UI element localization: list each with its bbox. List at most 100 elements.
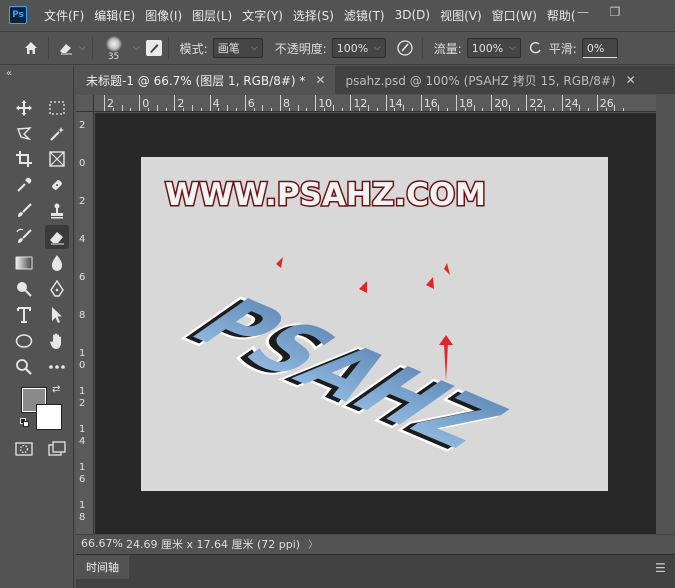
frame-tool[interactable] (45, 147, 69, 171)
red-arrow-icon (276, 257, 283, 268)
quick-mask-button[interactable] (12, 437, 36, 461)
history-brush-icon (16, 228, 32, 243)
chevron-down-icon[interactable]: ⌵ (79, 43, 86, 53)
ruler-tick (192, 105, 193, 111)
history-brush-tool[interactable] (12, 225, 36, 249)
brush-tip-icon (105, 36, 122, 52)
panel-menu-icon[interactable]: ☰ (655, 561, 667, 575)
vertical-ruler[interactable]: 2024681012141618 (76, 112, 94, 534)
ellipse-tool[interactable] (12, 329, 36, 353)
close-icon[interactable]: ✕ (315, 73, 325, 87)
horizontal-ruler[interactable]: 2 0 2 4 6 8 10 12 14 16 18 20 22 24 26 (94, 95, 656, 112)
hand-tool[interactable] (45, 329, 69, 353)
menu-image[interactable]: 图像(I) (140, 7, 187, 24)
move-tool[interactable] (12, 96, 36, 120)
brush-panel-icon (149, 44, 159, 53)
water-drop-icon (51, 255, 63, 271)
ruler-tick (605, 108, 607, 111)
ruler-tick (324, 108, 325, 111)
rectangle-marquee-icon (49, 101, 65, 115)
menu-view[interactable]: 视图(V) (435, 7, 487, 24)
swap-colors-icon[interactable]: ⇄ (52, 384, 60, 395)
ruler-tick (112, 108, 114, 111)
chevron-down-icon: ⌵ (373, 43, 381, 53)
path-selection-tool[interactable] (45, 303, 69, 327)
type-tool[interactable] (12, 303, 36, 327)
opacity-field[interactable]: 100% ⌵ (331, 38, 386, 58)
magnifier-icon (16, 359, 32, 375)
menu-select[interactable]: 选择(S) (288, 7, 339, 24)
ruler-tick (403, 105, 405, 111)
ruler-tick (227, 105, 229, 111)
menu-layer[interactable]: 图层(L) (187, 7, 237, 24)
brush-tool[interactable] (12, 199, 36, 223)
close-icon[interactable]: ✕ (626, 73, 636, 87)
airbrush-button[interactable] (525, 37, 547, 59)
ruler-label: 8 (79, 310, 86, 321)
ruler-tick (209, 95, 211, 111)
ruler-tick (526, 95, 528, 111)
zoom-tool[interactable] (12, 355, 36, 379)
vertical-scrollbar[interactable] (656, 95, 675, 534)
chevron-down-icon[interactable]: ⌵ (133, 43, 140, 53)
home-button[interactable] (20, 37, 42, 59)
eraser-icon (60, 44, 72, 55)
healing-brush-tool[interactable] (45, 173, 69, 197)
blur-tool[interactable] (45, 251, 69, 275)
status-menu-arrow-icon[interactable]: 〉 (308, 536, 318, 551)
pressure-opacity-button[interactable] (394, 37, 416, 59)
dodge-tool[interactable] (12, 277, 36, 301)
background-color-swatch[interactable] (36, 404, 62, 430)
ruler-tick (200, 108, 202, 111)
restore-button[interactable]: ❐ (600, 0, 630, 24)
eraser-preset-button[interactable] (55, 37, 77, 59)
type-icon (17, 307, 31, 323)
separator (48, 37, 49, 59)
menu-edit[interactable]: 编辑(E) (89, 7, 140, 24)
minimize-button[interactable]: — (568, 0, 598, 24)
lasso-tool[interactable] (12, 122, 36, 146)
ruler-tick (438, 105, 440, 111)
screen-mode-button[interactable] (45, 437, 69, 461)
eyedropper-tool[interactable] (12, 173, 36, 197)
clone-stamp-tool[interactable] (45, 199, 69, 223)
tab-psahz-psd[interactable]: psahz.psd @ 100% (PSAHZ 拷贝 15, RGB/8#) ✕ (335, 66, 646, 94)
default-colors-icon[interactable] (20, 418, 30, 428)
crop-tool[interactable] (12, 147, 36, 171)
ruler-origin[interactable] (76, 95, 94, 112)
ruler-label: 1 (79, 462, 86, 473)
brush-settings-button[interactable] (145, 40, 162, 56)
ruler-tick (508, 105, 510, 111)
marquee-tool[interactable] (45, 96, 69, 120)
menu-window[interactable]: 窗口(W) (487, 7, 542, 24)
ruler-tick (456, 95, 457, 111)
menu-filter[interactable]: 滤镜(T) (339, 7, 390, 24)
menu-type[interactable]: 文字(Y) (237, 7, 288, 24)
brush-size-picker[interactable]: 35 (99, 33, 131, 63)
collapse-panel-icon[interactable]: « (6, 68, 12, 79)
magic-wand-tool[interactable] (45, 122, 69, 146)
timeline-label: 时间轴 (86, 561, 119, 574)
smoothing-field[interactable]: 0% (581, 38, 618, 58)
ruler-label: 6 (79, 474, 86, 485)
flow-value: 100% (471, 41, 504, 55)
canvas-pasteboard[interactable]: WWW.PSAHZ.COM PSAHZ PSAHZ (95, 113, 656, 534)
tab-untitled-1[interactable]: 未标题-1 @ 66.7% (图层 1, RGB/8#) * ✕ (76, 66, 336, 94)
ruler-label: 0 (79, 360, 86, 371)
document-dimensions: 24.69 厘米 x 17.64 厘米 (72 ppi) (126, 537, 301, 551)
eraser-tool[interactable] (45, 225, 69, 249)
edit-toolbar-button[interactable] (45, 355, 69, 379)
ruler-label: 18 (459, 97, 473, 110)
flow-field[interactable]: 100% ⌵ (466, 38, 521, 58)
menu-3d[interactable]: 3D(D) (390, 8, 435, 22)
ruler-tick (165, 108, 167, 111)
tab-timeline[interactable]: 时间轴 (76, 555, 129, 579)
mode-select[interactable]: 画笔 ⌵ (212, 38, 263, 58)
zoom-level[interactable]: 66.67% (76, 537, 123, 550)
gradient-tool[interactable] (12, 251, 36, 275)
pen-tool[interactable] (45, 277, 69, 301)
document-canvas[interactable]: WWW.PSAHZ.COM PSAHZ PSAHZ (141, 157, 608, 491)
watermark-text: WWW.PSAHZ.COM (165, 177, 486, 213)
ruler-label: 1 (79, 424, 86, 435)
menu-file[interactable]: 文件(F) (39, 7, 89, 24)
